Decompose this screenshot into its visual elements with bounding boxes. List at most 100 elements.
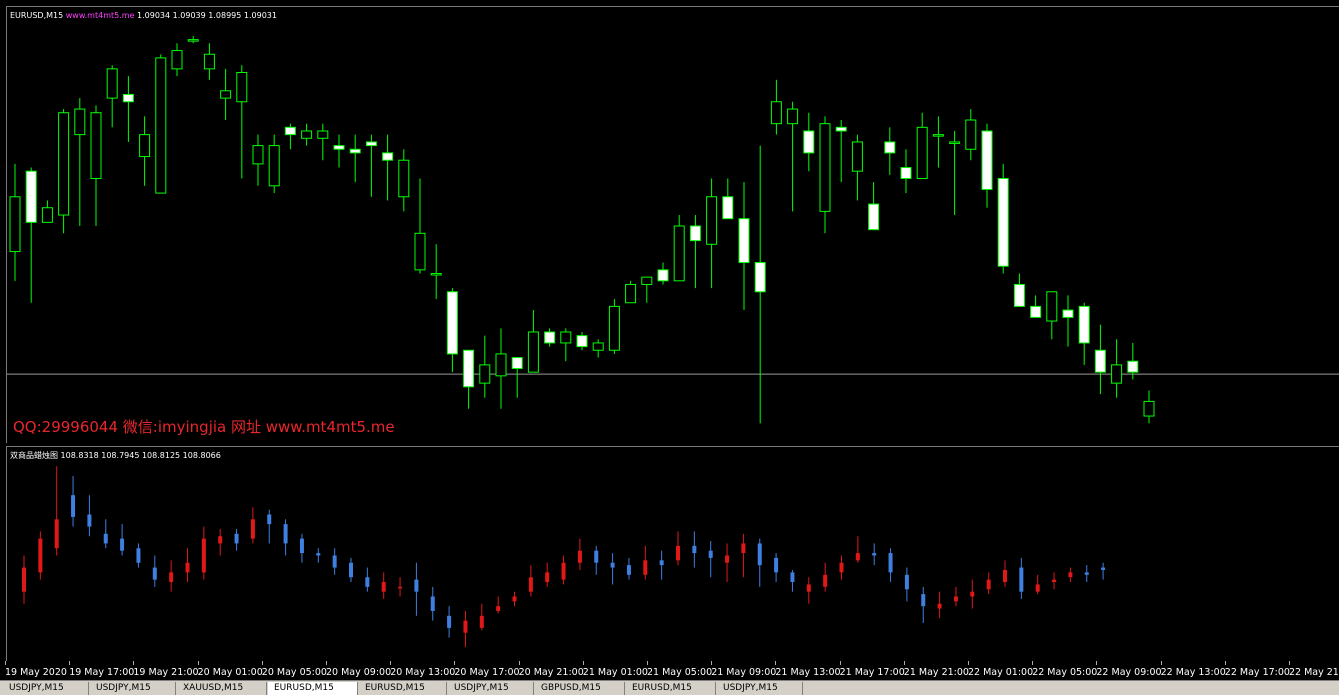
- chart-tab[interactable]: EURUSD,M15: [359, 682, 447, 695]
- time-axis-tick: [647, 661, 648, 665]
- indicator-candle: [823, 562, 828, 592]
- candle-body: [41, 207, 53, 223]
- candle: [819, 116, 831, 234]
- time-axis-tick: [839, 661, 841, 665]
- candle: [932, 116, 944, 168]
- indicator-candle-body: [430, 596, 435, 611]
- candle: [203, 43, 215, 80]
- candle-body: [576, 335, 588, 348]
- candle: [560, 328, 572, 362]
- chart-tab[interactable]: USDJPY,M15: [717, 682, 803, 695]
- candle-body: [835, 126, 847, 132]
- candle: [868, 182, 880, 231]
- indicator-candle-body: [594, 550, 599, 563]
- indicator-candle: [774, 553, 779, 583]
- indicator-candle: [299, 533, 304, 563]
- candle-body: [1062, 309, 1074, 318]
- time-axis-label: 20 May 17:00: [454, 667, 520, 678]
- indicator-candle-body: [349, 562, 353, 578]
- candle-body: [106, 68, 118, 99]
- candle-body: [382, 152, 394, 161]
- candle: [284, 123, 296, 150]
- candle-body: [1013, 283, 1025, 307]
- time-axis-label: 22 May 05:00: [1032, 667, 1098, 678]
- candle: [657, 262, 669, 285]
- candle: [349, 134, 361, 183]
- chart-tab[interactable]: USDJPY,M15: [448, 682, 534, 695]
- indicator-candle: [561, 555, 566, 585]
- candle-body: [868, 203, 880, 231]
- candle-body: [220, 90, 232, 99]
- indicator-candle-body: [545, 572, 550, 583]
- indicator-candle-body: [447, 615, 452, 628]
- chart-tab[interactable]: EURUSD,M15: [268, 682, 358, 695]
- indicator-candle: [1035, 574, 1040, 595]
- indicator-candle: [120, 524, 125, 556]
- time-axis-label: 20 May 01:00: [197, 667, 263, 678]
- indicator-candle-body: [986, 579, 991, 590]
- candle: [965, 109, 977, 161]
- time-axis-label: 19 May 21:00: [133, 667, 199, 678]
- candle-body: [74, 108, 86, 136]
- candle-body: [187, 39, 199, 42]
- chart-tab[interactable]: EURUSD,M15: [626, 682, 716, 695]
- indicator-candle: [332, 548, 337, 575]
- candle: [641, 276, 653, 303]
- indicator-candle: [1101, 562, 1106, 580]
- candle-body: [754, 262, 766, 293]
- candle: [916, 112, 928, 179]
- indicator-candle-body: [103, 533, 108, 544]
- chart-tab[interactable]: USDJPY,M15: [90, 682, 176, 695]
- main-price-pane[interactable]: EURUSD,M15 www.mt4mt5.me 1.09034 1.09039…: [6, 6, 1339, 443]
- time-axis-tick: [1289, 661, 1290, 665]
- time-axis-tick: [454, 661, 456, 665]
- chart-tab[interactable]: XAUUSD,M15: [177, 682, 267, 695]
- candle: [738, 182, 750, 311]
- indicator-candle-body: [185, 562, 190, 573]
- candle-body: [430, 273, 442, 276]
- candle-body: [787, 108, 799, 125]
- candle-body: [803, 130, 815, 154]
- candle: [1062, 295, 1074, 347]
- candle-body: [560, 331, 572, 344]
- indicator-pane[interactable]: 双商品蜡烛图 108.8318 108.7945 108.8125 108.80…: [6, 446, 1339, 661]
- candle: [511, 357, 523, 398]
- time-axis-tick: [775, 661, 777, 665]
- indicator-candle: [54, 466, 59, 556]
- indicator-candle-body: [283, 524, 288, 544]
- indicator-candle: [1068, 567, 1073, 583]
- indicator-candle: [953, 586, 958, 607]
- candle: [884, 127, 896, 175]
- indicator-candle: [626, 557, 631, 580]
- indicator-candles-svg: [22, 466, 1106, 648]
- chart-tab[interactable]: USDJPY,M15: [3, 682, 89, 695]
- candle: [446, 288, 458, 373]
- candle-body: [171, 50, 183, 70]
- candle: [1013, 273, 1025, 307]
- indicator-candle: [528, 565, 533, 597]
- indicator-candle: [267, 509, 272, 544]
- indicator-candle: [806, 577, 811, 604]
- main-candles-svg: [7, 35, 1339, 424]
- candle: [252, 134, 264, 186]
- time-axis-tick: [582, 661, 584, 665]
- indicator-candle: [1019, 557, 1024, 599]
- chart-window: EURUSD,M15 www.mt4mt5.me 1.09034 1.09039…: [0, 0, 1339, 695]
- candle: [495, 328, 507, 409]
- indicator-candle-body: [218, 536, 223, 544]
- time-axis: 19 May 2020 19 May 17:00 19 May 21:00 20 Ma…: [0, 661, 1339, 679]
- indicator-candle: [757, 538, 762, 587]
- candle: [981, 123, 993, 208]
- chart-tab[interactable]: GBPUSD,M15: [535, 682, 625, 695]
- candle: [268, 134, 280, 194]
- candle-body: [527, 331, 539, 373]
- time-axis-label: 21 May 05:00: [647, 667, 713, 678]
- indicator-candle: [22, 555, 26, 604]
- indicator-candle-body: [365, 577, 370, 587]
- candle: [754, 145, 766, 424]
- main-ohlc-info: EURUSD,M15 www.mt4mt5.me 1.09034 1.09039…: [10, 11, 277, 20]
- candle-body: [592, 342, 604, 351]
- indicator-candle: [659, 550, 664, 580]
- candle-body: [463, 349, 475, 388]
- indicator-candle: [201, 526, 206, 580]
